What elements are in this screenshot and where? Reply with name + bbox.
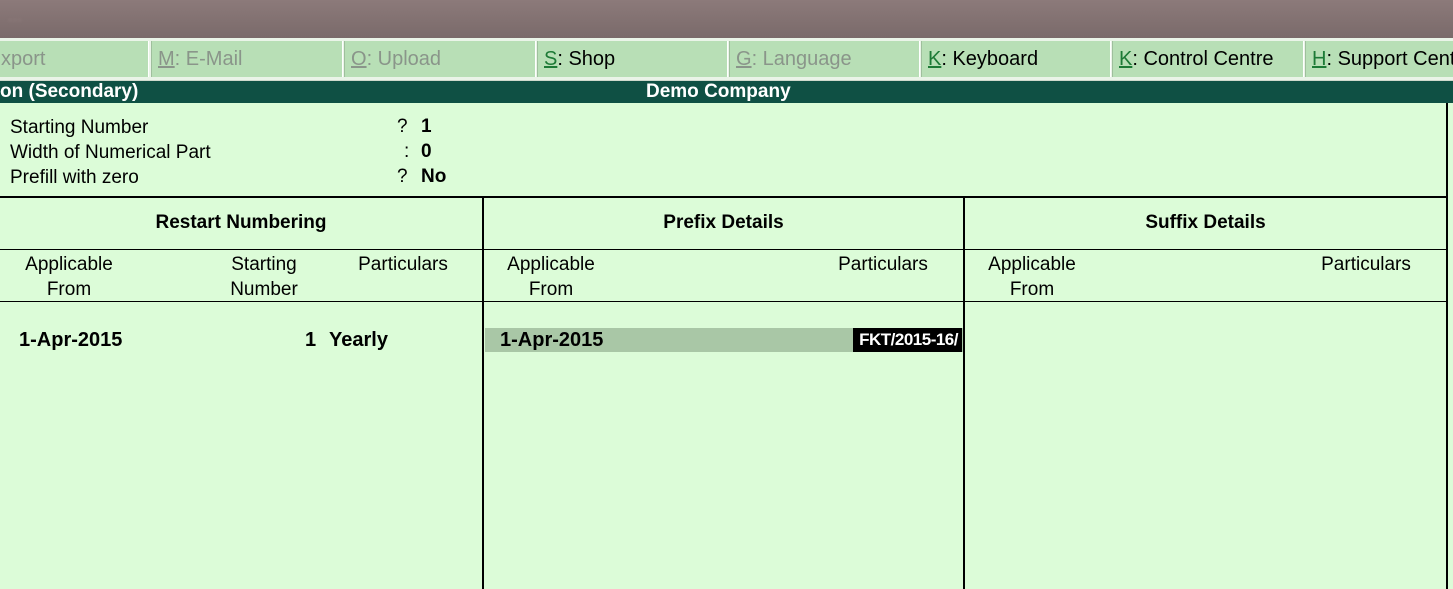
restart-starting-line2: Number <box>230 279 298 300</box>
prefix-applicable-line2: From <box>528 279 574 300</box>
support-centre-button[interactable]: H: Support Cent <box>1305 41 1453 77</box>
prefix-suffix-divider <box>963 198 965 589</box>
suffix-applicable-line2: From <box>1009 279 1055 300</box>
suffix-applicable-from-header: Applicable From <box>977 252 1087 302</box>
export-button[interactable]: xport <box>0 41 149 77</box>
table-top-border <box>0 196 1448 198</box>
restart-applicable-line2: From <box>46 279 92 300</box>
window-title-bar: ... <box>0 0 1453 38</box>
restart-starting-line1: Starting <box>231 254 297 275</box>
keyboard-button-key: K <box>928 48 942 70</box>
width-numerical-part-label: Width of Numerical Part <box>10 142 211 163</box>
email-button-label: : E-Mail <box>174 48 243 70</box>
prefix-applicable-line1: Applicable <box>507 254 595 275</box>
language-button-key: G <box>736 48 752 70</box>
window-title-text: ... <box>8 8 23 24</box>
prefix-row-particulars-input[interactable]: FKT/2015-16/ <box>853 328 962 352</box>
restart-applicable-from-header: Applicable From <box>14 252 124 302</box>
company-name: Demo Company <box>646 81 791 102</box>
prefix-row-date[interactable]: 1-Apr-2015 <box>500 329 603 352</box>
restart-applicable-line1: Applicable <box>25 254 113 275</box>
suffix-applicable-line1: Applicable <box>988 254 1076 275</box>
upload-button[interactable]: O: Upload <box>344 41 536 77</box>
prefix-particulars-header: Particulars <box>838 254 928 275</box>
shop-button[interactable]: S: Shop <box>537 41 728 77</box>
upload-button-key: O <box>351 48 367 70</box>
support-centre-button-label: : Support Cent <box>1326 48 1453 70</box>
width-numerical-part-sep: : <box>404 141 410 162</box>
width-numerical-part-value[interactable]: 0 <box>421 141 432 163</box>
shop-button-key: S <box>544 48 558 70</box>
restart-numbering-title: Restart Numbering <box>155 212 327 233</box>
restart-row-date[interactable]: 1-Apr-2015 <box>19 329 122 352</box>
suffix-details-title: Suffix Details <box>1145 212 1266 233</box>
shop-button-label: : Shop <box>557 48 616 70</box>
button-bar: xport M: E-Mail O: Upload S: Shop G: Lan… <box>0 38 1453 81</box>
suffix-particulars-header: Particulars <box>1321 254 1411 275</box>
prefill-zero-sep: ? <box>397 166 408 187</box>
restart-row-number[interactable]: 1 <box>305 329 316 352</box>
control-centre-button-key: K <box>1119 48 1133 70</box>
restart-prefix-divider <box>482 198 484 589</box>
email-button[interactable]: M: E-Mail <box>151 41 343 77</box>
restart-starting-number-header: Starting Number <box>214 252 314 302</box>
screen-title: on (Secondary) <box>0 81 139 102</box>
starting-number-label: Starting Number <box>10 117 149 138</box>
keyboard-button[interactable]: K: Keyboard <box>921 41 1111 77</box>
starting-number-sep: ? <box>397 116 408 137</box>
restart-row-particulars[interactable]: Yearly <box>329 329 388 352</box>
screen-header: on (Secondary) Demo Company <box>0 81 1453 103</box>
frame-right-border <box>1446 103 1448 589</box>
restart-particulars-header: Particulars <box>358 254 448 275</box>
control-centre-button[interactable]: K: Control Centre <box>1112 41 1304 77</box>
prefill-zero-value[interactable]: No <box>421 166 446 188</box>
support-centre-button-key: H <box>1312 48 1327 70</box>
upload-button-label: : Upload <box>366 48 442 70</box>
prefix-details-title: Prefix Details <box>663 212 784 233</box>
prefill-zero-label: Prefill with zero <box>10 167 139 188</box>
email-button-key: M <box>158 48 175 70</box>
keyboard-button-label: : Keyboard <box>941 48 1039 70</box>
starting-number-value[interactable]: 1 <box>421 116 432 138</box>
export-button-label: xport <box>1 48 46 70</box>
language-button[interactable]: G: Language <box>729 41 920 77</box>
language-button-label: : Language <box>751 48 852 70</box>
prefix-applicable-from-header: Applicable From <box>496 252 606 302</box>
section-title-divider <box>0 249 1447 250</box>
control-centre-button-label: : Control Centre <box>1132 48 1274 70</box>
